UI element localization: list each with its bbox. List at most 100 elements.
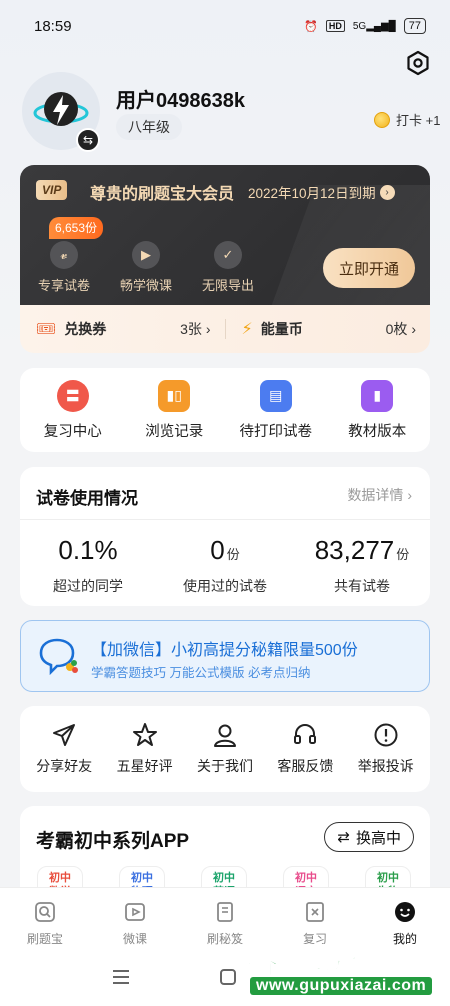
- price-tag: 6,653份: [49, 217, 104, 239]
- network-label: 5G: [352, 20, 367, 32]
- stat-value: 0.1%: [58, 535, 118, 565]
- perk-unlimited-export[interactable]: ✓ 无限导出: [192, 241, 264, 294]
- tab-label: 微课: [122, 932, 147, 946]
- headset-icon: [294, 724, 317, 744]
- chat-bubble-icon: [39, 638, 78, 676]
- perk-label: 专享试卷: [37, 278, 90, 293]
- data-detail-link[interactable]: 数据详情 ›: [347, 485, 412, 505]
- quick-label: 浏览记录: [145, 423, 204, 440]
- review-center-button[interactable]: 〓 复习中心: [23, 379, 123, 441]
- tab-label: 刷题宝: [26, 932, 63, 946]
- export-icon: ✓: [214, 241, 242, 269]
- swap-icon: ⇄: [337, 829, 350, 846]
- username: 用户0498638k: [116, 90, 245, 112]
- person-icon: [213, 724, 236, 747]
- apps-title: 考霸初中系列APP: [36, 831, 190, 852]
- tab-micro-course[interactable]: 微课: [90, 888, 180, 955]
- send-icon: [53, 724, 76, 746]
- wechat-title: 【加微信】小初高提分秘籍限量500份: [91, 642, 358, 659]
- perk-micro-courses[interactable]: ▶ 畅学微课: [110, 241, 182, 294]
- coupon-count: 3张: [180, 321, 202, 337]
- wechat-banner[interactable]: 【加微信】小初高提分秘籍限量500份 学霸答题技巧 万能公式模版 必考点归纳: [20, 620, 430, 692]
- stat-used-papers: 0份 使用过的试卷: [157, 535, 293, 596]
- app-line1: 初中: [295, 872, 317, 884]
- alarm-icon: ⏰: [304, 20, 318, 33]
- quick-label: 复习中心: [43, 423, 102, 440]
- textbook-version-button[interactable]: ▮ 教材版本: [327, 379, 427, 441]
- signal-icon: 5G▂▄▆█: [352, 20, 396, 32]
- switch-high-school-button[interactable]: ⇄ 换高中: [324, 822, 414, 852]
- avatar-switch-icon[interactable]: ⇆: [76, 128, 100, 152]
- video-icon: ▶: [132, 241, 160, 269]
- stat-label: 使用过的试卷: [183, 578, 267, 594]
- app-line1: 初中: [131, 872, 153, 884]
- vip-title: 尊贵的刷题宝大会员: [90, 186, 235, 203]
- app-line1: 初中: [377, 872, 399, 884]
- grade-selector[interactable]: 八年级: [116, 114, 182, 140]
- switch-label: 换高中: [355, 829, 401, 847]
- browse-history-button[interactable]: ▮▯ 浏览记录: [124, 379, 224, 441]
- coin-count: 0枚: [385, 321, 408, 337]
- browse-history-icon: ▮▯: [158, 379, 191, 412]
- vip-wallet-row: 🎟 兑换券 3张 › ⚡ 能量币 0枚 ›: [20, 305, 430, 353]
- perk-exclusive-papers[interactable]: 𝓿 专享试卷: [28, 241, 100, 294]
- stat-total-papers: 83,277 份 共有试卷: [294, 535, 430, 596]
- quick-label: 教材版本: [348, 423, 407, 440]
- coin-label: 能量币: [260, 321, 303, 337]
- open-vip-button[interactable]: 立即开通: [323, 248, 415, 288]
- more-actions: 分享好友 五星好评 关于我们 客服反馈 举报投诉: [20, 706, 430, 792]
- book-icon: [217, 902, 233, 922]
- menu-icon[interactable]: [113, 970, 129, 988]
- exclusive-paper-icon: 𝓿: [50, 241, 78, 269]
- vip-card[interactable]: VIP 尊贵的刷题宝大会员 2022年10月12日到期 › 6,653份 𝓿 专…: [20, 165, 430, 305]
- print-queue-button[interactable]: ▤ 待打印试卷: [226, 379, 326, 441]
- home-icon[interactable]: [220, 969, 236, 985]
- coupon-value: 3张 ›: [180, 321, 211, 337]
- status-icons: ⏰ HD 5G▂▄▆█ 77: [304, 18, 426, 34]
- action-label: 客服反馈: [277, 758, 334, 774]
- wechat-subtitle: 学霸答题技巧 万能公式模版 必考点归纳: [91, 666, 311, 680]
- quick-actions: 〓 复习中心 ▮▯ 浏览记录 ▤ 待打印试卷 ▮ 教材版本: [20, 368, 430, 452]
- vip-badge: VIP: [36, 180, 68, 200]
- coupon-label: 兑换券: [64, 321, 107, 337]
- energy-coin-entry[interactable]: ⚡ 能量币 0枚 ›: [226, 319, 431, 339]
- vip-expire-text: 2022年10月12日到期: [248, 186, 376, 201]
- report-button[interactable]: 举报投诉: [346, 722, 426, 776]
- chevron-right-icon: ›: [379, 184, 395, 200]
- app-line1: 初中: [213, 872, 235, 884]
- divider: [20, 519, 430, 520]
- settings-gear-icon[interactable]: [405, 50, 431, 76]
- video-icon: [125, 903, 145, 921]
- star-icon: [132, 723, 157, 746]
- vip-expire[interactable]: 2022年10月12日到期 ›: [248, 182, 395, 202]
- watermark: 谷普软件园 www.gupuxiazai.com: [245, 935, 450, 1001]
- tab-question-bank[interactable]: 刷题宝: [0, 888, 90, 955]
- coin-value: 0枚 ›: [385, 321, 416, 337]
- search-doc-icon: [35, 902, 55, 922]
- coupon-entry[interactable]: 🎟 兑换券 3张 ›: [20, 319, 225, 339]
- battery-icon: 77: [403, 18, 426, 34]
- stat-unit: 份: [396, 547, 410, 562]
- notebook-icon: [306, 902, 324, 922]
- five-star-button[interactable]: 五星好评: [105, 722, 185, 776]
- data-detail-label: 数据详情: [347, 487, 404, 503]
- coin-icon: [374, 111, 390, 128]
- checkin-label: 打卡 +1: [396, 113, 441, 128]
- action-label: 五星好评: [116, 758, 173, 774]
- perk-label: 畅学微课: [119, 278, 172, 293]
- usage-card: 试卷使用情况 数据详情 › 0.1% 超过的同学 0份 使用过的试卷 83,27…: [20, 467, 430, 606]
- print-queue-icon: ▤: [259, 379, 292, 412]
- stat-surpassed: 0.1% 超过的同学: [20, 535, 156, 596]
- about-us-button[interactable]: 关于我们: [185, 722, 265, 776]
- action-label: 举报投诉: [357, 758, 414, 774]
- stat-label: 共有试卷: [334, 578, 390, 594]
- watermark-url: www.gupuxiazai.com: [250, 977, 433, 995]
- share-friends-button[interactable]: 分享好友: [24, 722, 104, 776]
- checkin-button[interactable]: 打卡 +1: [374, 110, 440, 129]
- stat-value: 0: [210, 535, 225, 565]
- action-label: 关于我们: [196, 758, 253, 774]
- review-center-icon: 〓: [56, 379, 89, 412]
- customer-feedback-button[interactable]: 客服反馈: [265, 722, 345, 776]
- watermark-text: 谷普软件园: [245, 942, 421, 981]
- ticket-icon: 🎟: [36, 321, 57, 338]
